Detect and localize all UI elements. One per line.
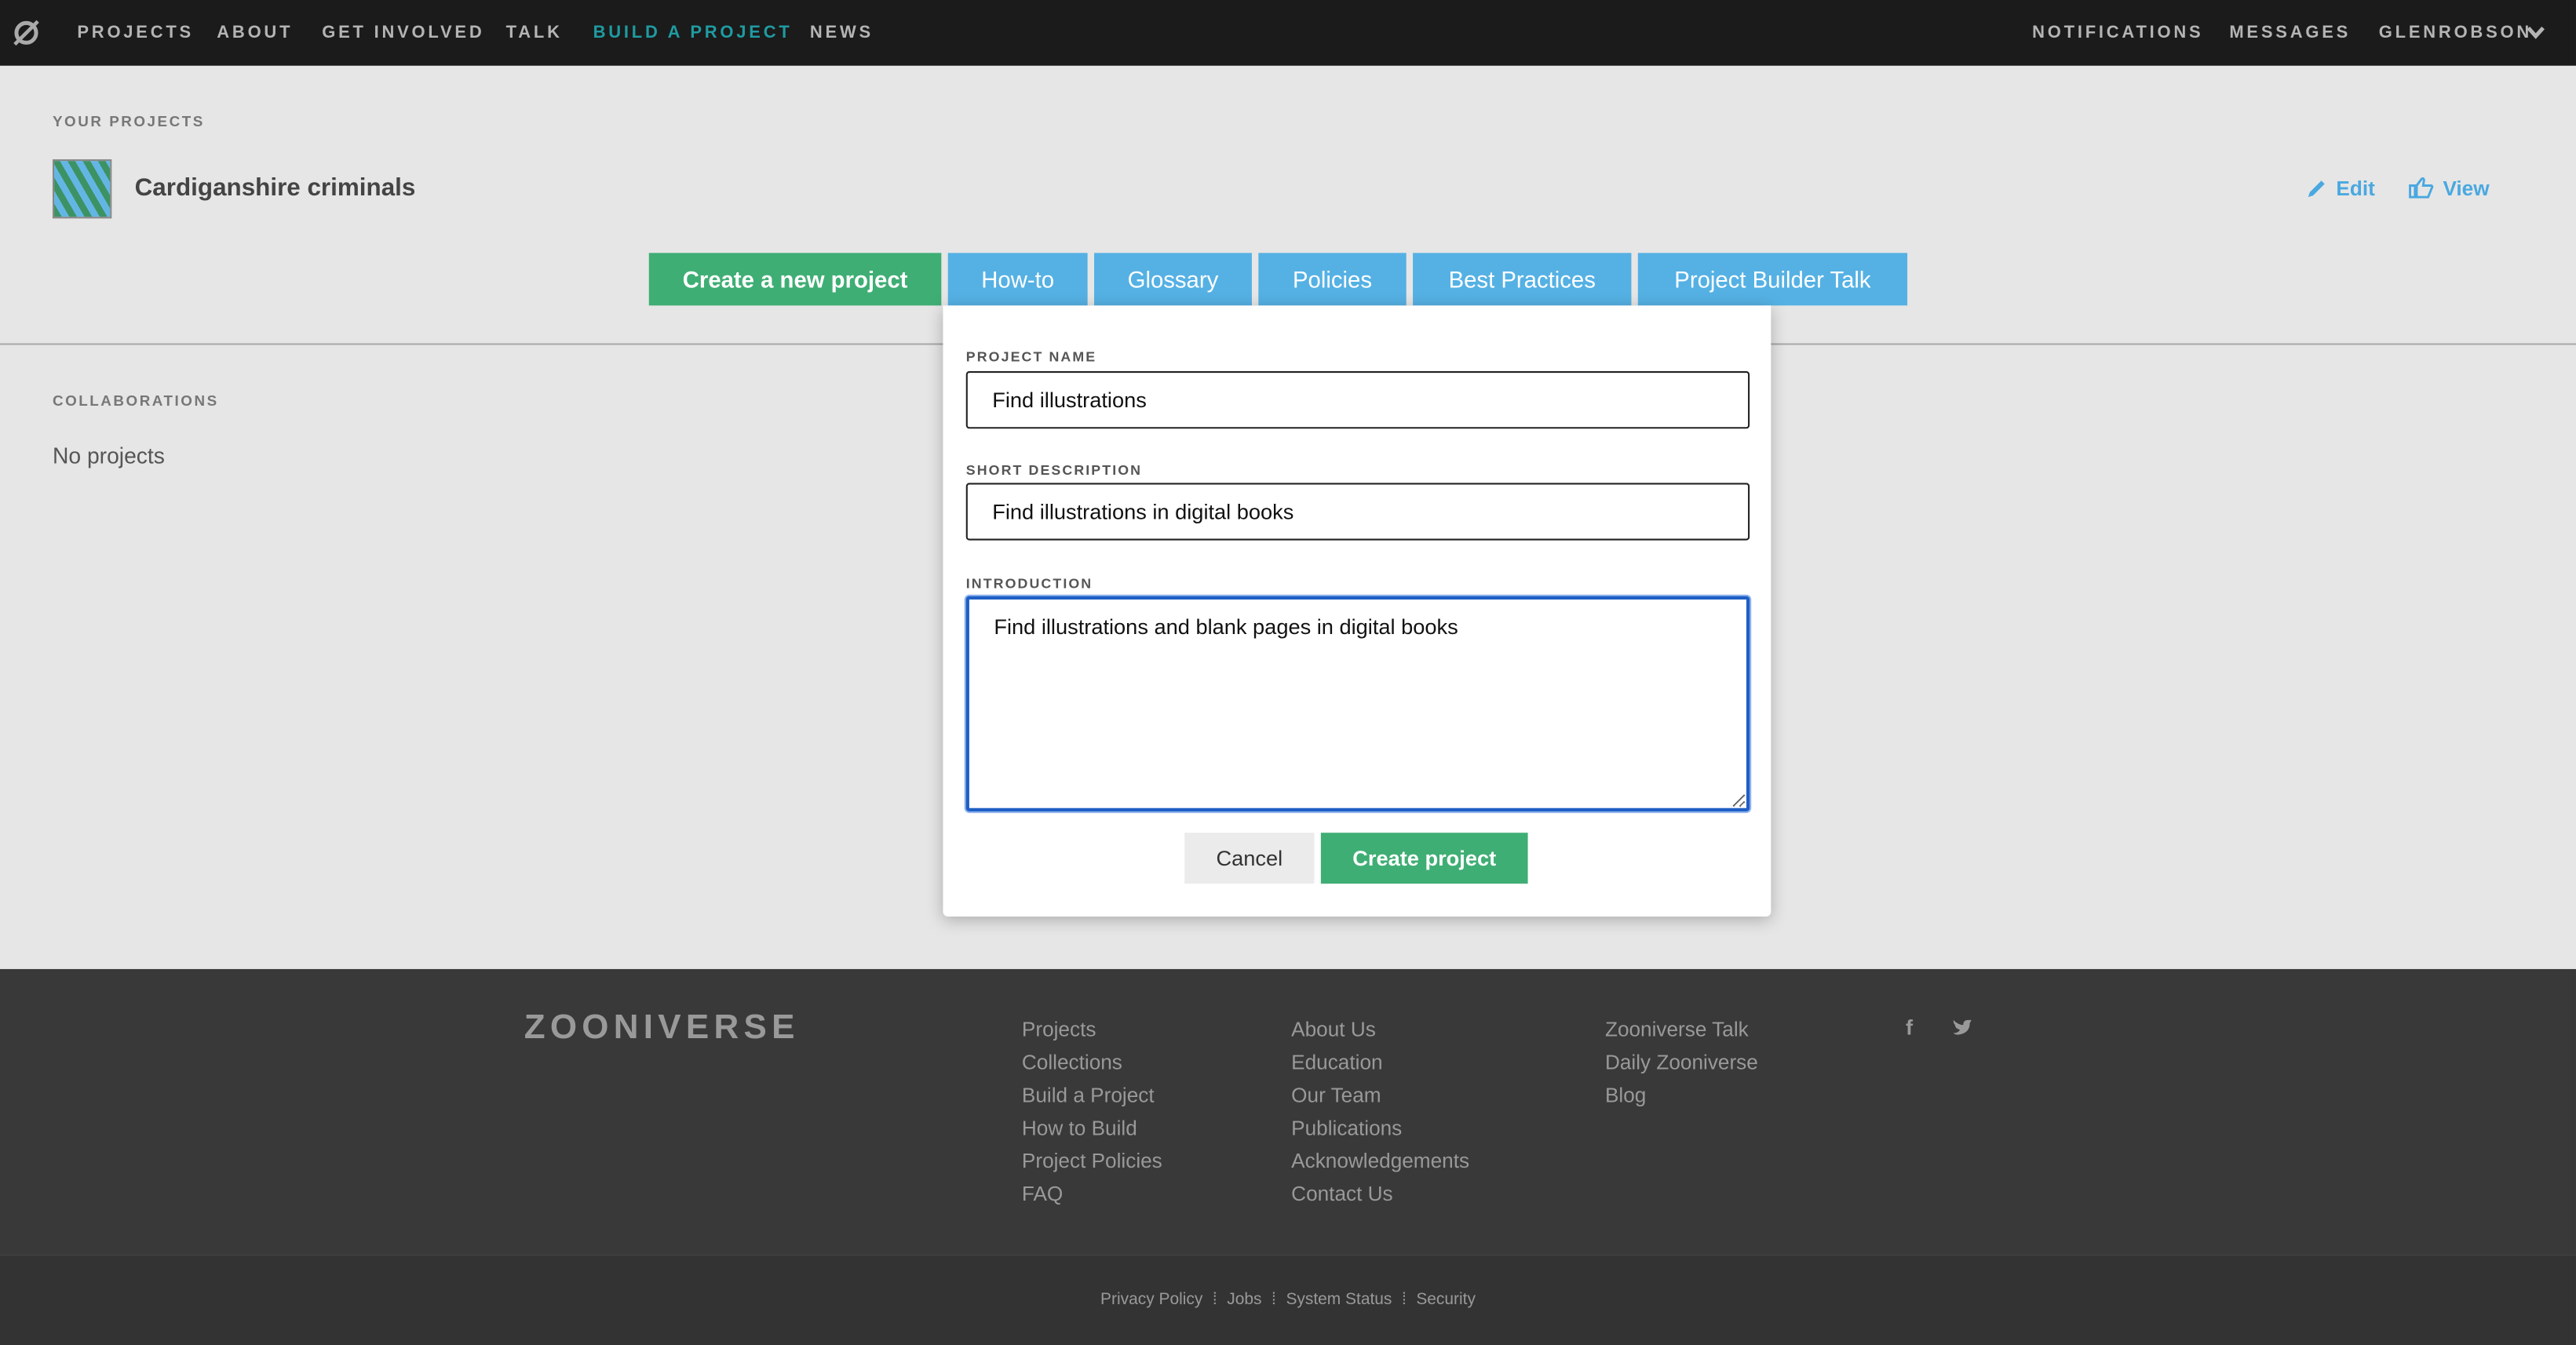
project-name-label: PROJECT NAME [965,348,1097,365]
system-status-link[interactable]: System Status [1286,1291,1392,1309]
nav-messages[interactable]: MESSAGES [2229,23,2351,42]
pencil-icon[interactable] [2305,177,2328,200]
create-project-dialog: PROJECT NAME SHORT DESCRIPTION INTRODUCT… [943,305,1771,917]
nav-get-involved[interactable]: GET INVOLVED [322,23,484,42]
short-description-label: SHORT DESCRIPTION [965,461,1143,479]
introduction-textarea[interactable]: Find illustrations and blank pages in di… [965,596,1750,811]
privacy-policy-link[interactable]: Privacy Policy [1100,1291,1202,1309]
separator: ⁞ [1401,1291,1407,1310]
footer-link[interactable]: About Us [1291,1013,1469,1046]
footer-link[interactable]: Collections [1022,1046,1162,1079]
tab-create-new-project[interactable]: Create a new project [648,253,942,306]
nav-about[interactable]: ABOUT [217,23,293,42]
footer-link[interactable]: Project Policies [1022,1145,1162,1178]
footer-legal-links: Privacy Policy ⁞ Jobs ⁞ System Status ⁞ Securi… [0,1291,2576,1309]
tab-best-practices[interactable]: Best Practices [1413,253,1632,306]
your-projects-heading: YOUR PROJECTS [52,113,205,130]
view-link[interactable]: View [2443,177,2489,200]
user-menu[interactable]: GLENROBSON [2379,23,2532,42]
footer-link[interactable]: Contact Us [1291,1178,1469,1211]
security-link[interactable]: Security [1416,1291,1476,1309]
short-description-input[interactable] [965,483,1750,541]
footer: ZOONIVERSE Projects Collections Build a … [0,968,2576,1256]
nav-news[interactable]: NEWS [810,23,874,42]
project-name-input[interactable] [965,371,1750,429]
footer-link[interactable]: Daily Zooniverse [1605,1046,1758,1079]
footer-link[interactable]: Our Team [1291,1079,1469,1112]
jobs-link[interactable]: Jobs [1227,1291,1261,1309]
zooniverse-logo-icon[interactable] [12,18,42,48]
chevron-down-icon[interactable] [2527,24,2545,39]
footer-link[interactable]: FAQ [1022,1178,1162,1211]
separator: ⁞ [1272,1291,1276,1310]
nav-talk[interactable]: TALK [506,23,563,42]
thumbs-up-pointer-icon[interactable] [2408,176,2434,200]
nav-projects[interactable]: PROJECTS [77,23,194,42]
collaborations-heading: COLLABORATIONS [52,392,219,410]
footer-link[interactable]: Blog [1605,1079,1758,1112]
tab-glossary[interactable]: Glossary [1094,253,1252,306]
nav-build-a-project[interactable]: BUILD A PROJECT [593,23,793,42]
facebook-icon[interactable]: f [1906,1015,1913,1040]
footer-link[interactable]: Education [1291,1046,1469,1079]
project-avatar[interactable] [52,159,112,219]
footer-link[interactable]: Acknowledgements [1291,1145,1469,1178]
footer-link[interactable]: Publications [1291,1112,1469,1145]
create-project-button[interactable]: Create project [1320,833,1528,884]
cancel-button[interactable]: Cancel [1184,833,1315,884]
tab-policies[interactable]: Policies [1258,253,1407,306]
nav-notifications[interactable]: NOTIFICATIONS [2032,23,2203,42]
zooniverse-logo[interactable]: ZOONIVERSE [524,1008,800,1048]
tab-project-builder-talk[interactable]: Project Builder Talk [1637,253,1908,306]
collaborations-empty: No projects [52,443,165,468]
footer-col-3: Zooniverse Talk Daily Zooniverse Blog [1605,1013,1758,1112]
introduction-label: INTRODUCTION [965,574,1093,592]
footer-link[interactable]: How to Build [1022,1112,1162,1145]
edit-link[interactable]: Edit [2336,177,2374,200]
footer-link[interactable]: Build a Project [1022,1079,1162,1112]
footer-link[interactable]: Zooniverse Talk [1605,1013,1758,1046]
footer-col-2: About Us Education Our Team Publications… [1291,1013,1469,1210]
top-nav: PROJECTS ABOUT GET INVOLVED TALK BUILD A… [0,0,2576,66]
tab-how-to[interactable]: How-to [947,253,1088,306]
twitter-icon[interactable] [1952,1019,1973,1037]
footer-link[interactable]: Projects [1022,1013,1162,1046]
separator: ⁞ [1212,1291,1217,1310]
project-title[interactable]: Cardiganshire criminals [135,174,416,202]
footer-col-1: Projects Collections Build a Project How… [1022,1013,1162,1210]
